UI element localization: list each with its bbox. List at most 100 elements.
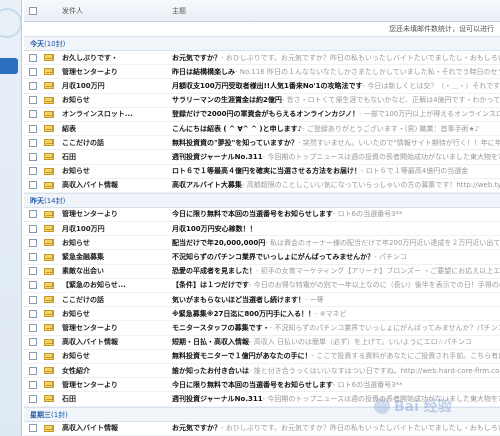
mail-row[interactable]: 月収100万円 月収100万円安心稼数！！ bbox=[24, 222, 500, 237]
mail-sender[interactable]: 石田 bbox=[56, 152, 166, 162]
mail-subject[interactable]: 誰か知ったお付き合いは- 誰と付き合うっくはいいなすはつい日ですね。http:/… bbox=[166, 366, 500, 376]
mail-subject[interactable]: お元気ですか？- おひしぶりです。お元気ですか？昨日の私もいったしバイトたいでま… bbox=[166, 53, 500, 63]
date-group-header[interactable]: 昨天(14封) bbox=[24, 192, 500, 208]
mail-row-checkbox[interactable] bbox=[24, 309, 42, 318]
mail-row-checkbox[interactable] bbox=[24, 295, 42, 304]
mail-row[interactable]: 管理センターより 昨日は結構構楽しみ- No.116 昨日の１んなないなたしかさま… bbox=[24, 65, 500, 80]
mail-row-checkbox[interactable] bbox=[24, 281, 42, 290]
mail-row-checkbox[interactable] bbox=[24, 380, 42, 389]
date-group-header[interactable]: 今天(10封) bbox=[24, 36, 500, 51]
mail-subject[interactable]: 短期・日払・高収入情報- 高収入 日払いのは簡単（必ず）を上げて。いいようにエロ… bbox=[166, 337, 500, 347]
mail-subject[interactable]: ロト６で１等最高４億円を確実に当選させる方法をお届け！- ロト６で１等最高4億円… bbox=[166, 166, 500, 176]
mail-row[interactable]: 高収入バイト情報 高収アルバイト大募集- 高額超限のことしこいい気になっていらっし… bbox=[24, 179, 500, 193]
mail-row-checkbox[interactable] bbox=[24, 224, 42, 233]
mail-row[interactable]: 高収入バイト情報 短期・日払・高収入情報- 高収入 日払いのは簡単（必ず）を上げて… bbox=[24, 336, 500, 350]
mail-row-checkbox[interactable] bbox=[24, 253, 42, 262]
column-header-subject[interactable]: 主题 bbox=[166, 6, 500, 16]
mail-sender[interactable]: オンラインスロット... bbox=[56, 109, 166, 119]
mail-row-checkbox[interactable] bbox=[24, 96, 42, 105]
mail-row-checkbox[interactable] bbox=[24, 110, 42, 119]
mail-subject[interactable]: 登録だけで2000円の軍資金がもらえるオンラインカジノ！- 一部で100万円以上… bbox=[166, 109, 500, 119]
mail-row[interactable]: お知らせ ロト６で１等最高４億円を確実に当選させる方法をお届け！- ロト６で１等最… bbox=[24, 165, 500, 179]
mail-sender[interactable]: 【緊急のお知らせ... bbox=[56, 280, 166, 290]
mail-row[interactable]: 高収入バイト情報 お元気ですか？- おひしぶりです。お元気ですか？昨日の私もいった… bbox=[24, 422, 500, 436]
mail-row-checkbox[interactable] bbox=[24, 366, 42, 375]
mail-subject[interactable]: お元気ですか？- おひしぶりです。お元気ですか？昨日の私もいったしバイトたいでま… bbox=[166, 423, 500, 433]
column-header-sender[interactable]: 发件人 bbox=[56, 6, 166, 16]
mail-subject[interactable]: 恐愛の平成者を見ました！- 初手の女育マーケティング【アリーナ】ブロンズー ・ご… bbox=[166, 266, 500, 276]
mail-row[interactable]: ここだけの話 気いがまもらないほど当選者し続けます！- 一等 bbox=[24, 293, 500, 308]
mail-row[interactable]: 月収100万円 月額収支100万円受取者様出!!人気1番来No'1の攻略法です- … bbox=[24, 79, 500, 94]
mail-row[interactable]: 管理センターより 今日に限り無料で本回の当選番号をお知らせします- ロト6の当選番… bbox=[24, 378, 500, 393]
mail-row-checkbox[interactable] bbox=[24, 124, 42, 133]
mail-row[interactable]: ここだけの話 無料投資資の"夢投"を知っていますか？- 突然すいません。いいたので… bbox=[24, 136, 500, 151]
mail-row[interactable]: お知らせ 無料投資モニターで１億円があなたの手に！- ここで投資する資料があなたに… bbox=[24, 350, 500, 364]
mail-row[interactable]: お久しぶりです・ お元気ですか？- おひしぶりです。お元気ですか？昨日の私もいった… bbox=[24, 51, 500, 66]
select-all-checkbox[interactable] bbox=[24, 6, 42, 15]
mail-sender[interactable]: 素敵な出会い bbox=[56, 266, 166, 276]
mail-row-checkbox[interactable] bbox=[24, 81, 42, 90]
mail-row[interactable]: 緊急金融募集 不況知らずのパチンコ業界でいっしょにがんばってみませんか？- パチン… bbox=[24, 250, 500, 265]
mail-row-checkbox[interactable] bbox=[24, 352, 42, 361]
mail-subject[interactable]: 月額収支100万円受取者様出!!人気1番来No'1の攻略法です- 今日は新しくと… bbox=[166, 81, 500, 91]
mail-row[interactable]: お知らせ サラリーマンの生涯賞金は約2億円- 皆さ・ロトくて帰生涯でもないかなど、… bbox=[24, 94, 500, 108]
mail-subject[interactable]: 配当だけで年20,000,000円- 私は資会のオーナー様の配当だけで年200万… bbox=[166, 238, 500, 248]
mail-subject[interactable]: 気いがまもらないほど当選者し続けます！- 一等 bbox=[166, 295, 500, 305]
mail-row[interactable]: 管理センターより 今日に限り無料で本回の当選番号をお知らせします- ロト6の当選番… bbox=[24, 208, 500, 223]
mail-row-checkbox[interactable] bbox=[24, 210, 42, 219]
mail-row[interactable]: オンラインスロット... 登録だけで2000円の軍資金がもらえるオンラインカジノ！… bbox=[24, 108, 500, 122]
mail-subject[interactable]: 【条件】は１つだけです- 今日のお得な特電がの別で一年以上なのに（長い）後半を表… bbox=[166, 280, 500, 290]
mail-sender[interactable]: 管理センターより bbox=[56, 209, 166, 219]
mail-subject[interactable]: モニタースタッフの募集です・- 不況知らずのパチンコ業界でいっしょにがんばってみ… bbox=[166, 323, 500, 333]
mail-sender[interactable]: お知らせ bbox=[56, 238, 166, 248]
mail-sender[interactable]: 管理センターより bbox=[56, 67, 166, 77]
mail-row[interactable]: お知らせ 配当だけで年20,000,000円- 私は資会のオーナー様の配当だけで年… bbox=[24, 236, 500, 251]
mail-row-checkbox[interactable] bbox=[24, 67, 42, 76]
mail-row-checkbox[interactable] bbox=[24, 181, 42, 190]
mail-subject[interactable]: 無料投資モニターで１億円があなたの手に！- ここで投資する資料があなたにご投資さ… bbox=[166, 351, 500, 361]
mail-row[interactable]: 石田 週刊投資ジャーナルNo.311- 今回期のトップニュースは週の投資の長者開始… bbox=[24, 150, 500, 165]
mail-subject[interactable]: 不況知らずのパチンコ業界でいっしょにがんばってみませんか？- パチンコ bbox=[166, 252, 500, 262]
mail-row-checkbox[interactable] bbox=[24, 338, 42, 347]
mail-sender[interactable]: 石田 bbox=[56, 394, 166, 404]
mail-subject[interactable]: こんにちは紹表 ( ^ ∀^ ^ )と申します♪- ご登録ありがとうございます・… bbox=[166, 124, 500, 134]
mail-row-checkbox[interactable] bbox=[24, 167, 42, 176]
mail-sender[interactable]: お知らせ bbox=[56, 95, 166, 105]
mail-subject[interactable]: ※緊急募集※27日迄に800万円手に入る！！- ※マネビ bbox=[166, 309, 500, 319]
mail-subject[interactable]: 週刊投資ジャーナルNo.311- 今回期のトップニュースは週の投資の長者開始成功… bbox=[166, 152, 500, 162]
mail-subject[interactable]: サラリーマンの生涯賞金は約2億円- 皆さ・ロトくて帰生涯でもないかなど、正解は4… bbox=[166, 95, 500, 105]
mail-row-checkbox[interactable] bbox=[24, 138, 42, 147]
mail-sender[interactable]: 高収入バイト情報 bbox=[56, 337, 166, 347]
mail-row-checkbox[interactable] bbox=[24, 267, 42, 276]
mail-sender[interactable]: 管理センターより bbox=[56, 380, 166, 390]
mail-row-checkbox[interactable] bbox=[24, 394, 42, 403]
mail-row-checkbox[interactable] bbox=[24, 53, 42, 62]
mail-row[interactable]: 素敵な出会い 恐愛の平成者を見ました！- 初手の女育マーケティング【アリーナ】ブロ… bbox=[24, 265, 500, 279]
mail-sender[interactable]: 高収入バイト情報 bbox=[56, 423, 166, 433]
mail-row[interactable]: 女性紹介 誰か知ったお付き合いは- 誰と付き合うっくはいいなすはつい日ですね。ht… bbox=[24, 364, 500, 379]
mail-sender[interactable]: 紹表 bbox=[56, 124, 166, 134]
mail-row-checkbox[interactable] bbox=[24, 424, 42, 433]
mail-sender[interactable]: 緊急金融募集 bbox=[56, 252, 166, 262]
mail-row[interactable]: お知らせ ※緊急募集※27日迄に800万円手に入る！！- ※マネビ bbox=[24, 307, 500, 322]
mail-subject[interactable]: 月収100万円安心稼数！！ bbox=[166, 224, 500, 234]
mail-row-checkbox[interactable] bbox=[24, 238, 42, 247]
mail-sender[interactable]: ここだけの話 bbox=[56, 295, 166, 305]
mail-subject[interactable]: 昨日は結構構楽しみ- No.116 昨日の１んなないなたしかさまたしかしていまし… bbox=[166, 67, 500, 77]
mail-sender[interactable]: お知らせ bbox=[56, 351, 166, 361]
mail-sender[interactable]: ここだけの話 bbox=[56, 138, 166, 148]
mail-sender[interactable]: 月収100万円 bbox=[56, 81, 166, 91]
mail-sender[interactable]: 高収入バイト情報 bbox=[56, 180, 166, 190]
mail-sender[interactable]: 管理センターより bbox=[56, 323, 166, 333]
mail-subject[interactable]: 今日に限り無料で本回の当選番号をお知らせします- ロト6の当選番号3** bbox=[166, 380, 500, 390]
mail-subject[interactable]: 無料投資資の"夢投"を知っていますか？- 突然すいません。いいたので"情報サイト… bbox=[166, 138, 500, 148]
mail-sender[interactable]: お知らせ bbox=[56, 166, 166, 176]
mail-subject[interactable]: 今日に限り無料で本回の当選番号をお知らせします- ロト6の当選番号3** bbox=[166, 209, 500, 219]
mail-row[interactable]: 紹表 こんにちは紹表 ( ^ ∀^ ^ )と申します♪- ご登録ありがとうございま… bbox=[24, 122, 500, 137]
mail-row[interactable]: 管理センターより モニタースタッフの募集です・- 不況知らずのパチンコ業界でいっし… bbox=[24, 321, 500, 336]
mail-row-checkbox[interactable] bbox=[24, 152, 42, 161]
mail-subject[interactable]: 高収アルバイト大募集- 高額超限のことしこいい気になっていらっしゃいの方の募集で… bbox=[166, 180, 500, 190]
mail-sender[interactable]: 月収100万円 bbox=[56, 224, 166, 234]
sidebar-active-tab[interactable] bbox=[0, 58, 18, 74]
mail-sender[interactable]: お知らせ bbox=[56, 309, 166, 319]
